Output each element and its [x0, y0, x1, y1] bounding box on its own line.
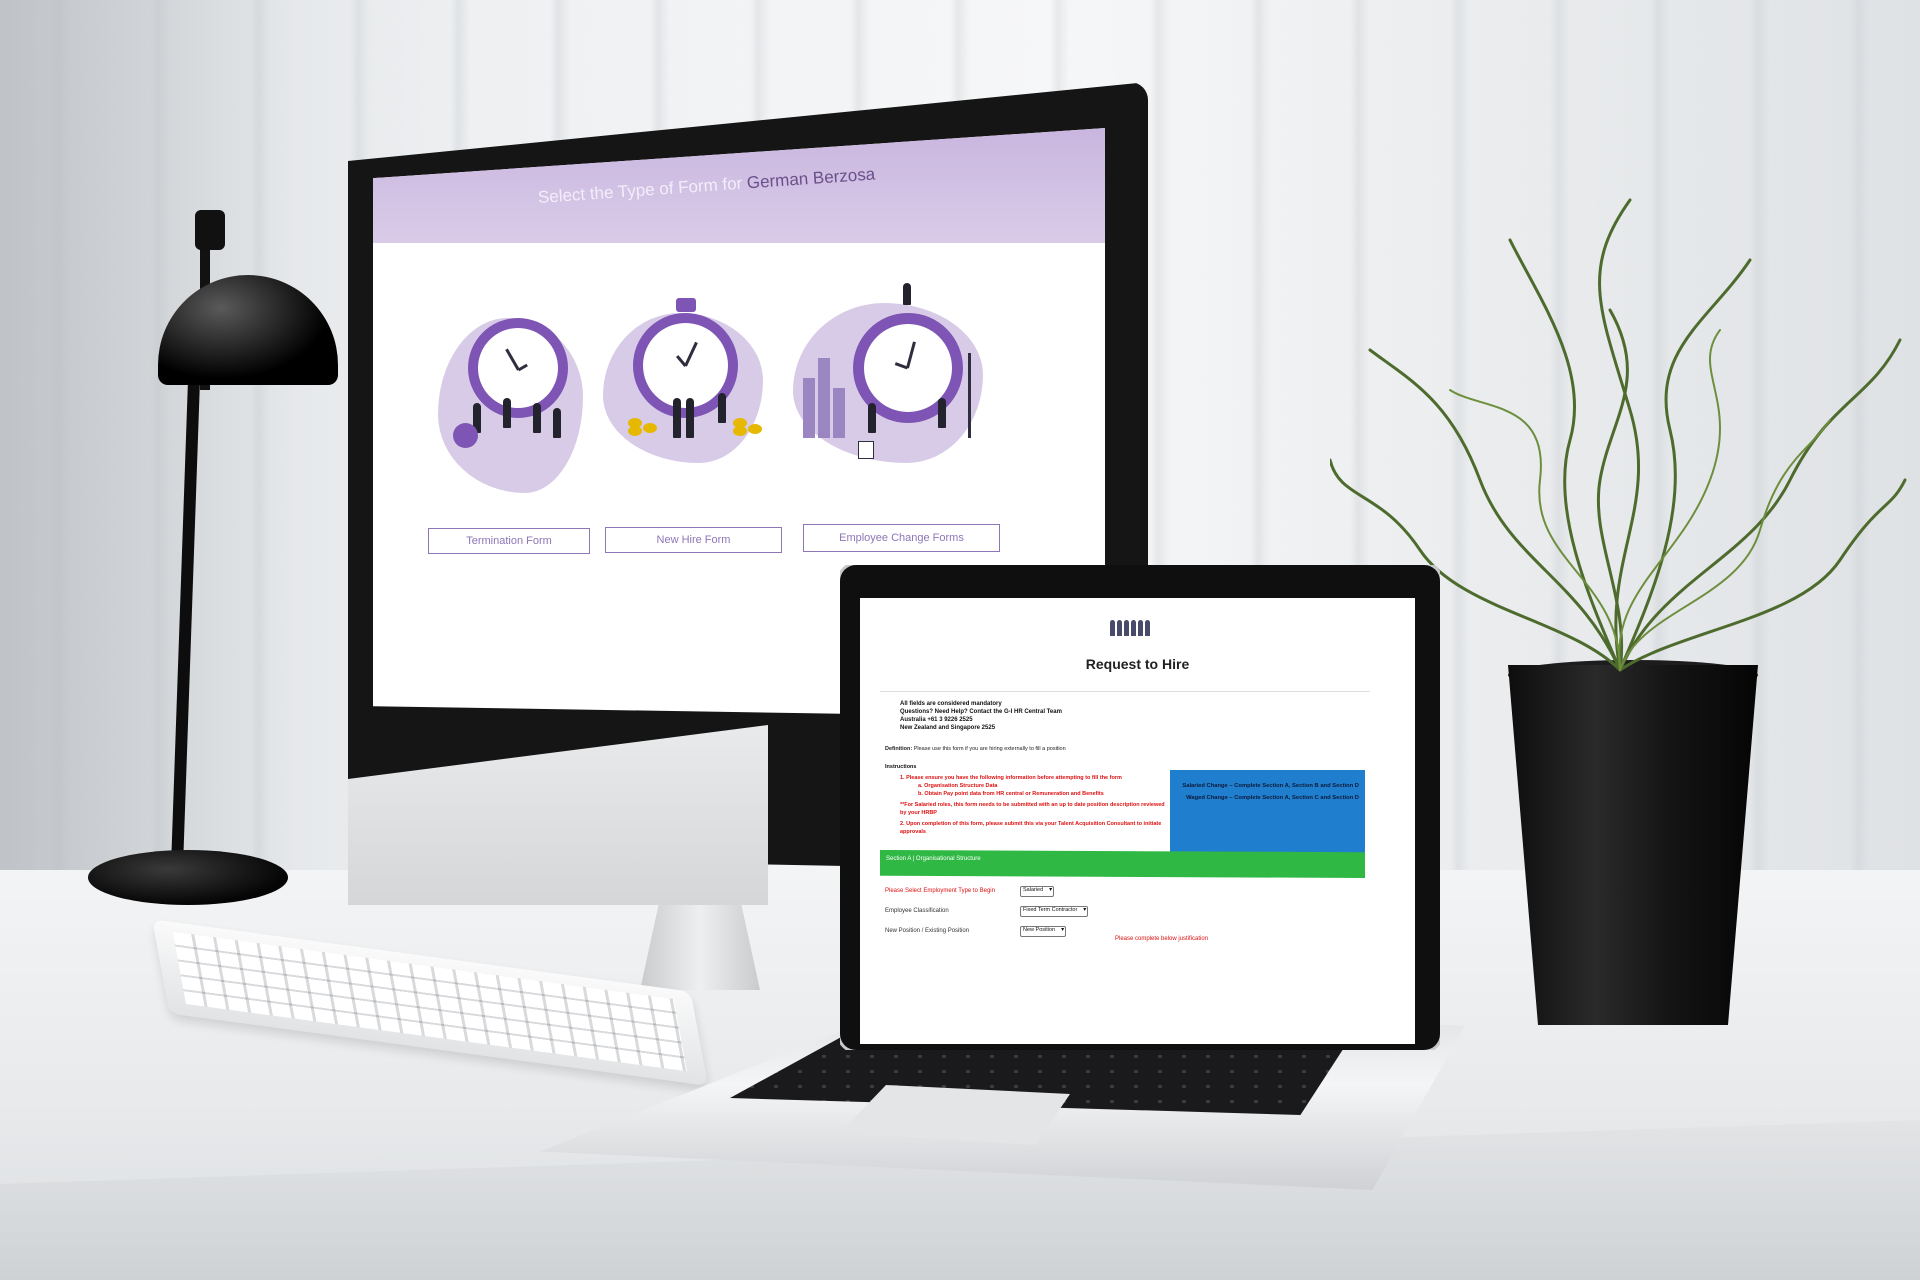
employee-change-illustration [788, 283, 988, 473]
termination-illustration [433, 308, 583, 498]
help-contact: Questions? Need Help? Contact the G-I HR… [900, 709, 1062, 715]
classification-select[interactable]: Fixed Term Contractor [1020, 906, 1089, 917]
mandatory-note: All fields are considered mandatory [900, 701, 1002, 707]
nz-sg-phone: New Zealand and Singapore 2525 [900, 725, 996, 731]
instruction-1: 1. Please ensure you have the following … [900, 775, 1122, 781]
title-divider [880, 691, 1370, 692]
instruction-2: 2. Upon completion of this form, please … [900, 821, 1162, 835]
new-hire-illustration [598, 298, 768, 488]
page-title: Select the Type of Form for German Berzo… [537, 164, 876, 208]
employment-type-label: Please Select Employment Type to Begin [885, 888, 995, 894]
position-label: New Position / Existing Position [885, 928, 970, 934]
australia-phone: Australia +61 3 9226 2525 [900, 717, 973, 723]
definition-label: Definition: [885, 746, 913, 752]
instructions-heading: Instructions [885, 764, 917, 770]
instruction-1a: a. Organisation Structure Data [918, 783, 998, 789]
termination-form-button[interactable]: Termination Form [428, 528, 590, 554]
wall-shadow [0, 0, 300, 900]
new-hire-form-button[interactable]: New Hire Form [605, 527, 782, 553]
form-title: Request to Hire [1085, 656, 1190, 672]
salaried-change-note: Salaried Change – Complete Section A, Se… [1182, 783, 1359, 789]
plant-pot [1508, 665, 1758, 1025]
definition-text: Please use this form if you are hiring e… [912, 746, 1066, 752]
laptop-screen: Request to Hire All fields are considere… [860, 598, 1415, 1044]
instruction-note: **For Salaried roles, this form needs to… [900, 802, 1165, 816]
contact-info: All fields are considered mandatory Ques… [900, 700, 1062, 732]
page-title-prefix: Select the Type of Form for [537, 173, 748, 207]
section-a-title: Section A | Organisational Structure [886, 856, 981, 862]
section-a-bar: Section A | Organisational Structure [880, 850, 1365, 878]
instruction-1b: b. Obtain Pay point data from HR central… [918, 791, 1104, 797]
instructions-list: 1. Please ensure you have the following … [900, 774, 1165, 836]
employee-name: German Berzosa [746, 164, 876, 193]
definition: Definition: Please use this form if you … [885, 746, 1066, 752]
employment-type-select[interactable]: Salaried [1020, 886, 1055, 897]
company-logo-icon [1110, 620, 1150, 636]
justification-note: Please complete below justification [1115, 936, 1209, 942]
waged-change-note: Waged Change – Complete Section A, Secti… [1186, 795, 1359, 801]
employee-change-forms-button[interactable]: Employee Change Forms [803, 524, 1000, 552]
position-select[interactable]: New Position [1020, 926, 1067, 937]
classification-label: Employee Classification [885, 908, 949, 914]
